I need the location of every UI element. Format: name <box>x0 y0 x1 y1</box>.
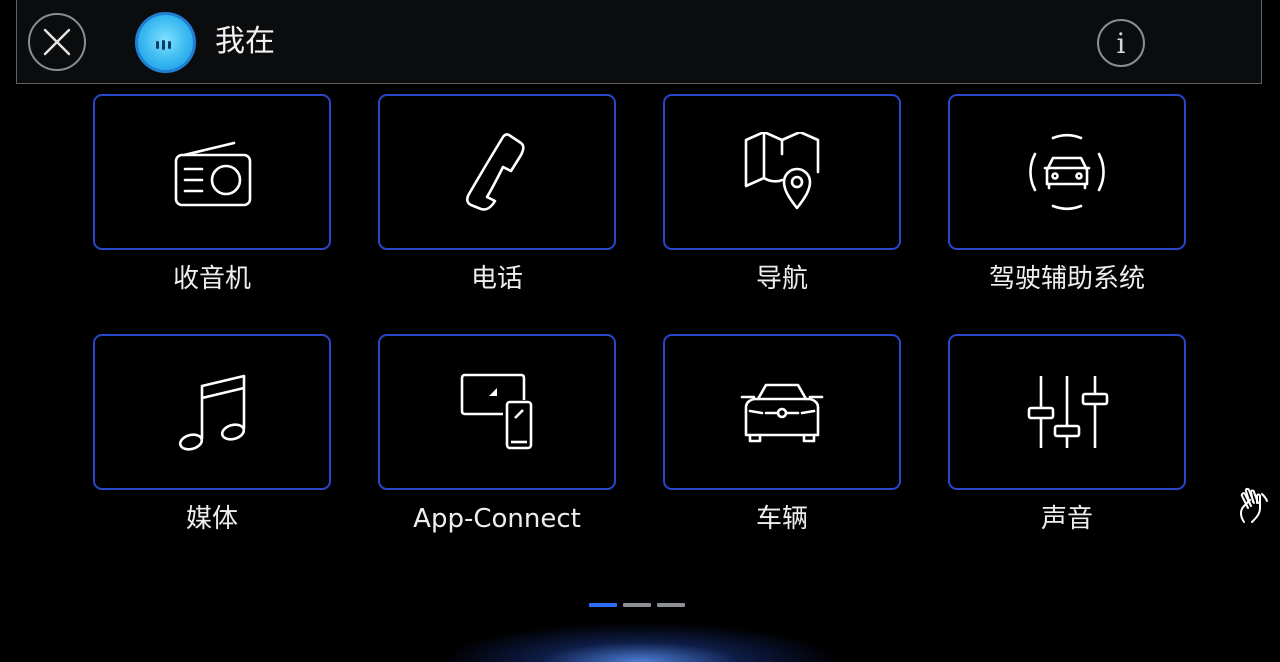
page-indicator-2[interactable] <box>623 603 651 607</box>
tile-label-driver-assist: 驾驶辅助系统 <box>988 264 1145 294</box>
tile-label-navigation: 导航 <box>755 264 808 294</box>
page-indicator-3[interactable] <box>657 603 685 607</box>
app-connect-icon <box>460 373 533 450</box>
bottom-glow <box>440 622 840 662</box>
tile-sound[interactable] <box>948 334 1186 490</box>
tile-phone[interactable] <box>378 94 616 250</box>
phone-icon <box>465 133 525 211</box>
tile-label-vehicle: 车辆 <box>755 504 808 534</box>
page-indicator-1[interactable] <box>589 603 617 607</box>
assistant-status-text: 我在 <box>215 24 275 59</box>
info-icon: i <box>1116 26 1126 60</box>
driver-assist-icon <box>1029 134 1105 210</box>
music-note-icon <box>178 374 246 451</box>
hand-gesture-icon <box>1240 487 1268 523</box>
info-button[interactable]: i <box>1097 19 1145 67</box>
tile-label-media: 媒体 <box>185 504 238 534</box>
voice-assistant-avatar[interactable] <box>135 12 196 73</box>
tile-media[interactable] <box>93 334 331 490</box>
close-icon <box>43 28 71 56</box>
avatar-eye-left <box>156 41 159 49</box>
tile-label-phone: 电话 <box>470 264 523 294</box>
tile-label-sound: 声音 <box>1040 504 1093 534</box>
tile-vehicle[interactable] <box>663 334 901 490</box>
avatar-eye-mid <box>162 40 165 50</box>
radio-icon <box>174 141 252 207</box>
map-pin-icon <box>744 132 820 210</box>
tile-driver-assist[interactable] <box>948 94 1186 250</box>
tile-navigation[interactable] <box>663 94 901 250</box>
tile-app-connect[interactable] <box>378 334 616 490</box>
close-button[interactable] <box>28 13 86 71</box>
avatar-eye-right <box>168 41 171 49</box>
tile-label-app-connect: App-Connect <box>413 504 581 534</box>
header-bar <box>16 0 1262 84</box>
equalizer-icon <box>1027 376 1109 448</box>
tile-label-radio: 收音机 <box>172 264 251 294</box>
car-icon <box>740 383 824 443</box>
tile-radio[interactable] <box>93 94 331 250</box>
